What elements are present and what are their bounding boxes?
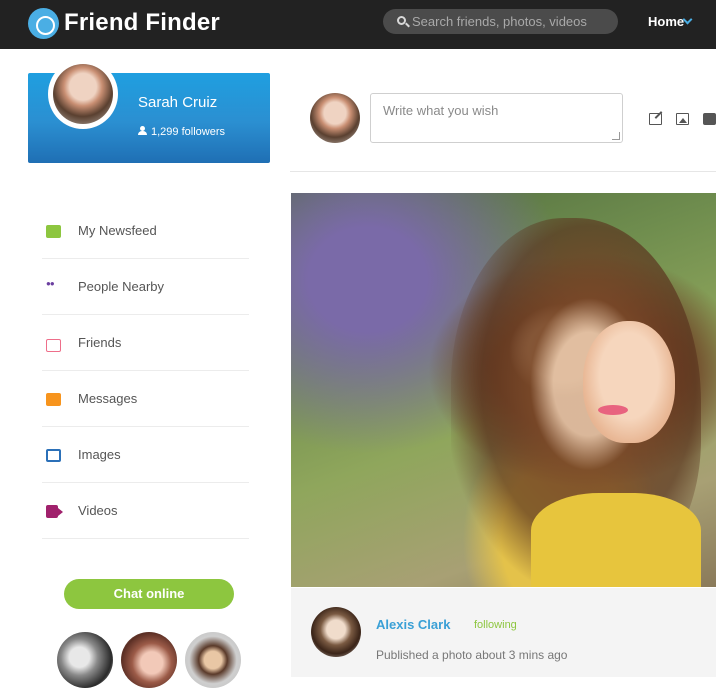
post-meta: Alexis Clark following Published a photo… <box>291 588 716 677</box>
post-composer-input[interactable] <box>370 93 623 143</box>
followers-icon <box>138 126 148 135</box>
friends-icon <box>46 339 61 352</box>
post-image[interactable] <box>291 193 716 587</box>
photo-icon[interactable] <box>676 113 689 125</box>
search-icon <box>397 16 406 25</box>
sidebar-menu: My Newsfeed People Nearby Friends Messag… <box>42 203 249 539</box>
newsfeed-icon <box>46 225 61 238</box>
nav-home-link[interactable]: Home <box>648 14 684 29</box>
sidebar-item-label: Videos <box>78 503 118 518</box>
sidebar-item-label: Friends <box>78 335 122 350</box>
profile-name[interactable]: Sarah Cruiz <box>138 94 217 111</box>
sidebar-item-label: Images <box>78 447 121 462</box>
search-input[interactable]: Search friends, photos, videos <box>412 14 587 29</box>
sidebar-item-newsfeed[interactable]: My Newsfeed <box>42 203 249 259</box>
video-icon[interactable] <box>703 113 716 125</box>
online-friend-avatar[interactable] <box>57 632 113 688</box>
followers-count: 1,299 followers <box>151 126 225 138</box>
profile-avatar[interactable] <box>48 59 118 129</box>
post-timestamp: Published a photo about 3 mins ago <box>376 648 568 662</box>
sidebar-item-label: People Nearby <box>78 279 164 294</box>
profile-followers: 1,299 followers <box>138 126 225 138</box>
search-bar[interactable]: Search friends, photos, videos <box>383 9 618 34</box>
resize-grip-icon[interactable] <box>612 132 620 140</box>
logo-icon[interactable] <box>28 8 59 39</box>
sidebar-item-label: Messages <box>78 391 138 406</box>
brand-name[interactable]: Friend Finder <box>64 9 220 37</box>
sidebar-item-label: My Newsfeed <box>78 223 157 238</box>
post-author-name[interactable]: Alexis Clark <box>376 617 450 632</box>
edit-icon[interactable] <box>649 113 662 125</box>
images-icon <box>46 449 61 462</box>
profile-card: Sarah Cruiz 1,299 followers <box>28 59 270 163</box>
people-icon <box>46 279 61 294</box>
composer-avatar <box>310 93 360 143</box>
divider <box>290 171 716 172</box>
online-friend-avatar[interactable] <box>185 632 241 688</box>
top-navbar: Friend Finder Search friends, photos, vi… <box>0 0 716 49</box>
videos-icon <box>46 505 63 518</box>
sidebar-item-videos[interactable]: Videos <box>42 483 249 539</box>
sidebar-item-friends[interactable]: Friends <box>42 315 249 371</box>
chat-online-button[interactable]: Chat online <box>64 579 234 609</box>
online-friend-avatar[interactable] <box>121 632 177 688</box>
post-author-avatar[interactable] <box>311 607 361 657</box>
sidebar-item-messages[interactable]: Messages <box>42 371 249 427</box>
sidebar-item-people-nearby[interactable]: People Nearby <box>42 259 249 315</box>
messages-icon <box>46 393 61 406</box>
follow-status[interactable]: following <box>474 619 517 631</box>
sidebar-item-images[interactable]: Images <box>42 427 249 483</box>
